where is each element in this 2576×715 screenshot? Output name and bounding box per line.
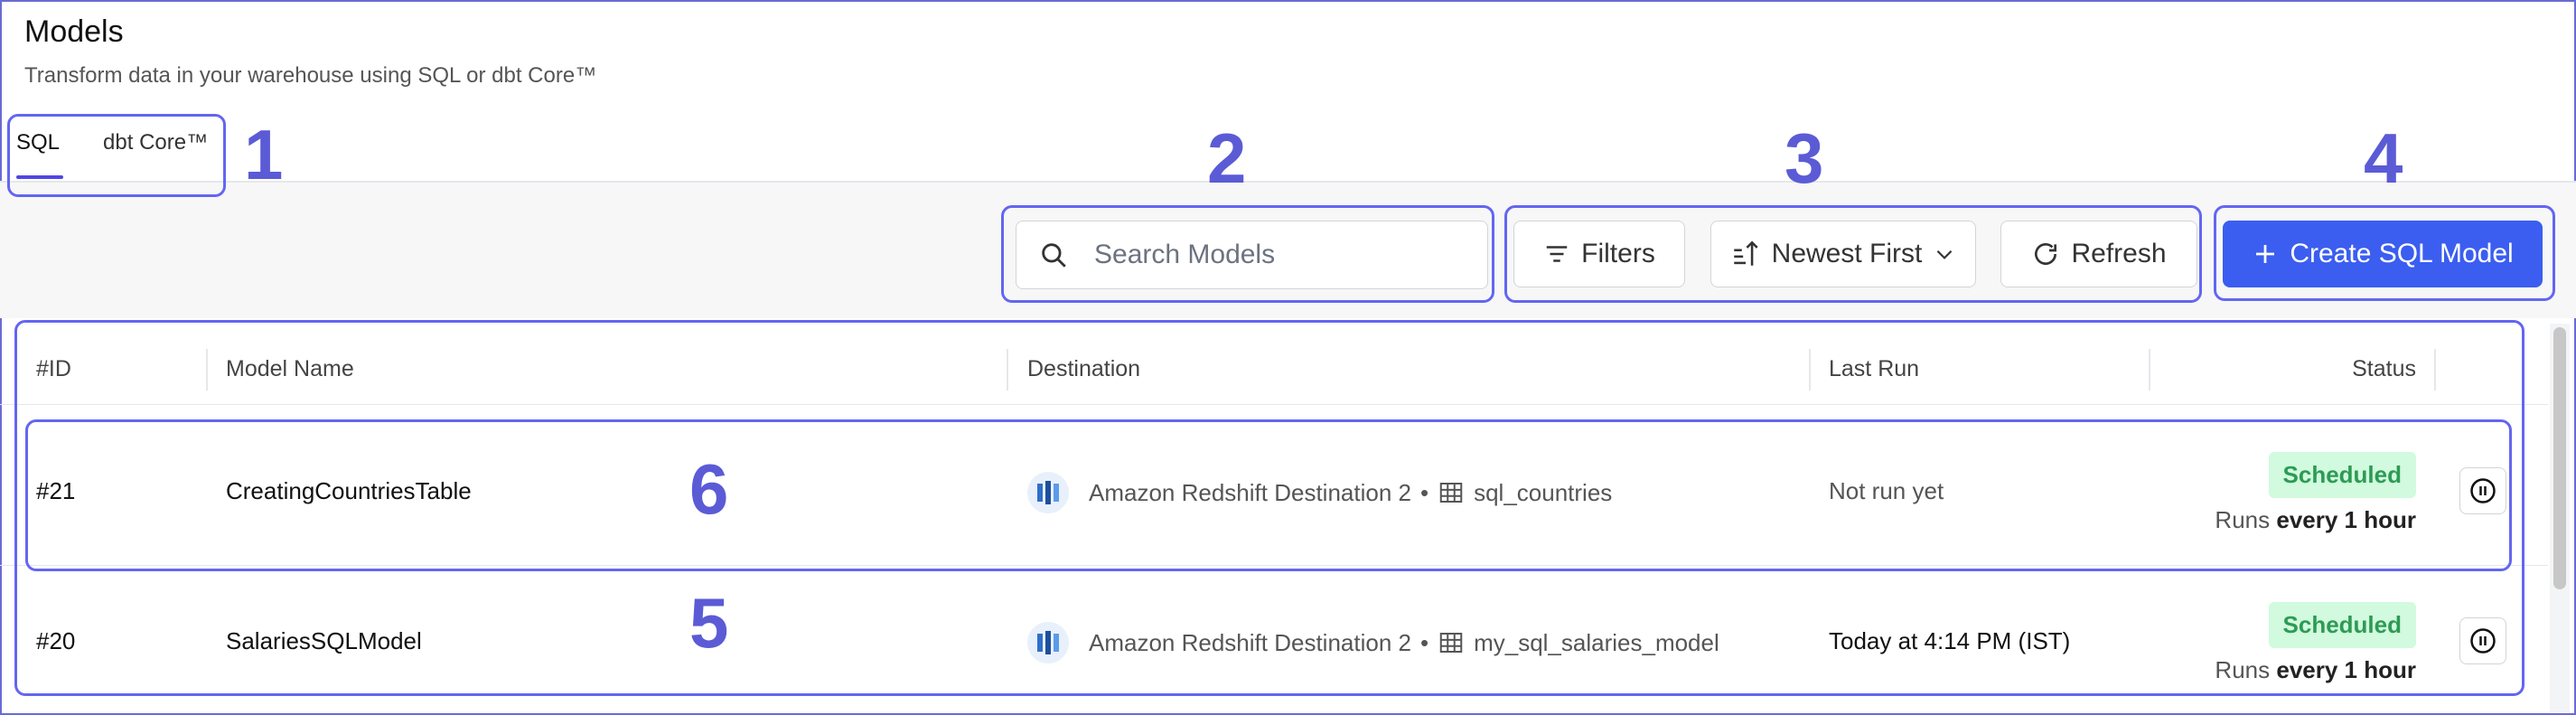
runs-prefix: Runs: [2215, 656, 2271, 683]
column-separator: [1007, 349, 1008, 390]
runs-prefix: Runs: [2215, 506, 2271, 533]
pause-icon: [2470, 478, 2496, 503]
last-run: Today at 4:14 PM (IST): [1829, 627, 2071, 654]
run-schedule: Runs every 1 hour: [2215, 656, 2416, 684]
search-icon: [1042, 243, 1066, 268]
destination-cell: Amazon Redshift Destination 2 • sql_coun…: [1027, 472, 1612, 513]
create-sql-model-label: Create SQL Model: [2290, 239, 2514, 268]
sort-label: Newest First: [1771, 239, 1923, 268]
model-id: #21: [36, 477, 76, 504]
search-box[interactable]: [1016, 221, 1488, 289]
column-header-id[interactable]: #ID: [36, 356, 71, 382]
annotation-number: 3: [1784, 118, 1824, 198]
column-header-last-run[interactable]: Last Run: [1829, 356, 1919, 382]
separator-dot: •: [1419, 628, 1429, 656]
pause-button[interactable]: [2459, 467, 2506, 514]
destination-table-name: my_sql_salaries_model: [1474, 628, 1719, 656]
refresh-button[interactable]: Refresh: [2000, 221, 2197, 287]
annotation-number: 4: [2364, 118, 2403, 198]
table-icon: [1439, 633, 1463, 653]
destination-cell: Amazon Redshift Destination 2 • my_sql_s…: [1027, 622, 1719, 663]
table-header: #ID Model Name Destination Last Run Stat…: [0, 334, 2548, 405]
column-separator: [206, 349, 208, 390]
column-separator: [2149, 349, 2150, 390]
sort-dropdown[interactable]: Newest First: [1710, 221, 1976, 287]
annotation-number: 6: [689, 449, 729, 529]
runs-frequency: every 1 hour: [2276, 506, 2416, 533]
run-schedule: Runs every 1 hour: [2215, 506, 2416, 534]
table-icon: [1439, 483, 1463, 503]
sort-icon: [1733, 240, 1758, 266]
model-name[interactable]: CreatingCountriesTable: [226, 477, 472, 505]
status-badge: Scheduled: [2268, 452, 2416, 498]
scrollbar-thumb[interactable]: [2553, 327, 2566, 589]
chevron-down-icon: [1936, 249, 1953, 259]
page-title: Models: [24, 14, 124, 49]
plus-icon: [2256, 245, 2275, 263]
column-header-status[interactable]: Status: [2352, 356, 2416, 382]
last-run: Not run yet: [1829, 477, 1944, 504]
runs-frequency: every 1 hour: [2276, 656, 2416, 683]
refresh-label: Refresh: [2071, 239, 2167, 268]
destination-name: Amazon Redshift Destination 2: [1089, 478, 1411, 506]
separator-dot: •: [1419, 478, 1429, 506]
pause-icon: [2470, 628, 2496, 654]
annotation-number: 2: [1207, 118, 1247, 198]
status-badge: Scheduled: [2268, 602, 2416, 648]
column-header-destination[interactable]: Destination: [1027, 356, 1140, 382]
pause-button[interactable]: [2459, 617, 2506, 664]
column-header-model-name[interactable]: Model Name: [226, 356, 354, 382]
filters-label: Filters: [1581, 239, 1655, 268]
annotation-number: 1: [244, 115, 284, 194]
model-name[interactable]: SalariesSQLModel: [226, 627, 422, 655]
redshift-icon: [1027, 472, 1069, 513]
column-separator: [2434, 349, 2436, 390]
create-sql-model-button[interactable]: Create SQL Model: [2223, 221, 2543, 287]
tab-dbt-core[interactable]: dbt Core™: [103, 127, 208, 181]
table-row[interactable]: #21 CreatingCountriesTable Amazon Redshi…: [0, 418, 2548, 566]
column-separator: [1809, 349, 1811, 390]
redshift-icon: [1027, 622, 1069, 663]
page-subtitle: Transform data in your warehouse using S…: [24, 63, 597, 88]
tab-bar: SQL dbt Core™: [16, 127, 208, 181]
table-row[interactable]: #20 SalariesSQLModel Amazon Redshift Des…: [0, 568, 2548, 712]
destination-table-name: sql_countries: [1474, 478, 1613, 506]
filter-icon: [1546, 246, 1568, 262]
annotation-number: 5: [689, 583, 729, 663]
search-input[interactable]: [1094, 240, 1456, 270]
model-id: #20: [36, 627, 76, 654]
tab-sql[interactable]: SQL: [16, 127, 64, 181]
destination-name: Amazon Redshift Destination 2: [1089, 628, 1411, 656]
refresh-icon: [2035, 243, 2057, 265]
filters-button[interactable]: Filters: [1513, 221, 1685, 287]
